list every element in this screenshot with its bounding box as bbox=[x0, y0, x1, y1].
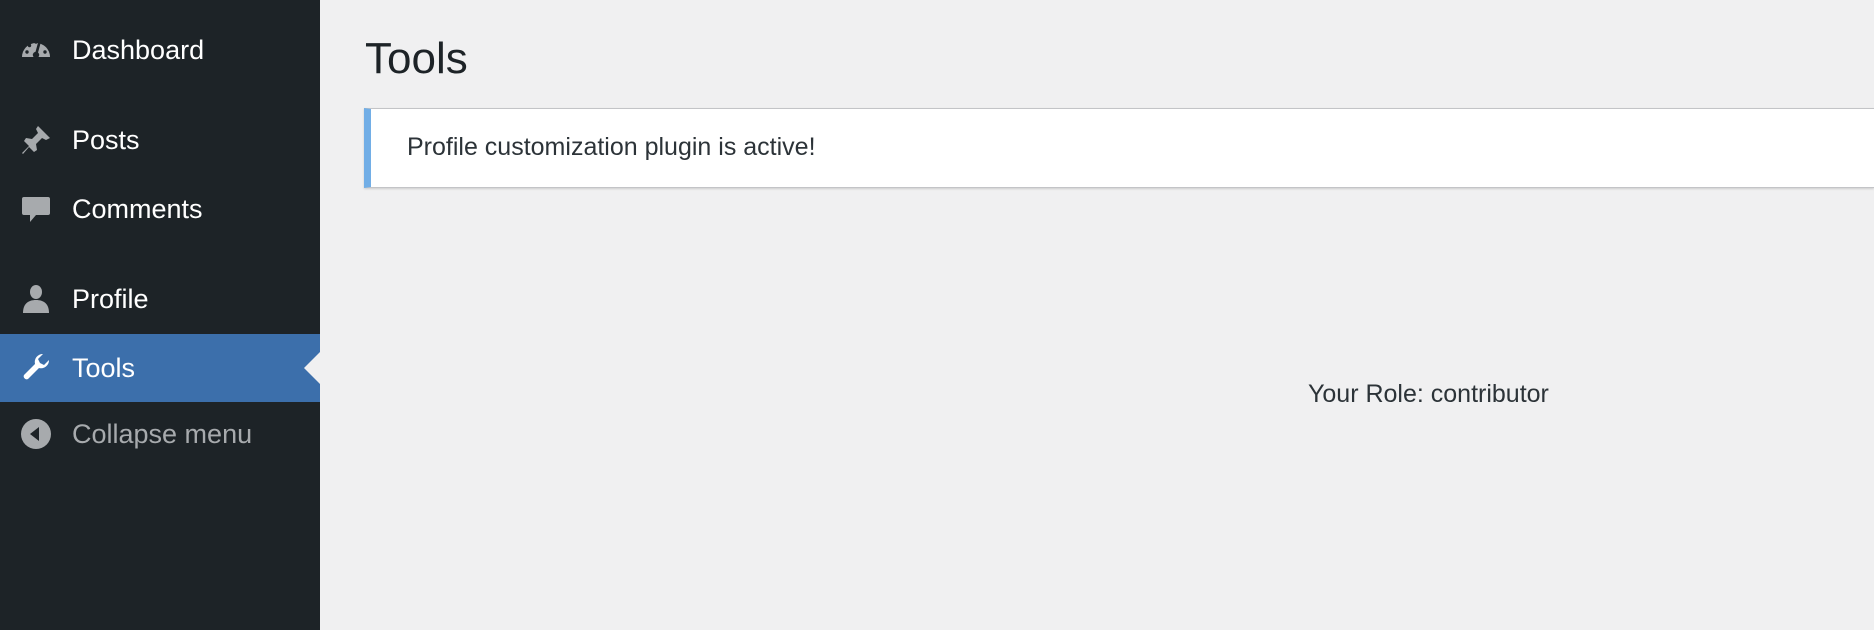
pushpin-icon bbox=[18, 122, 54, 158]
collapse-menu-label: Collapse menu bbox=[72, 418, 253, 449]
sidebar-item-tools[interactable]: Tools bbox=[0, 334, 320, 402]
sidebar-item-dashboard[interactable]: Dashboard bbox=[0, 16, 320, 84]
dashboard-icon bbox=[18, 32, 54, 68]
sidebar-item-label: Profile bbox=[72, 283, 149, 314]
sidebar-item-posts[interactable]: Posts bbox=[0, 106, 320, 174]
current-item-indicator bbox=[304, 352, 320, 384]
sidebar-item-label: Comments bbox=[72, 193, 203, 224]
main-content: Tools Profile customization plugin is ac… bbox=[320, 0, 1874, 630]
admin-sidebar: Dashboard Posts Comments Profile Tools C… bbox=[0, 0, 320, 630]
wrench-icon bbox=[18, 350, 54, 386]
sidebar-item-profile[interactable]: Profile bbox=[0, 265, 320, 333]
sidebar-item-label: Tools bbox=[72, 352, 136, 383]
user-role-text: Your Role: contributor bbox=[1308, 380, 1549, 408]
notice-text: Profile customization plugin is active! bbox=[407, 133, 816, 161]
collapse-arrow-icon bbox=[18, 416, 54, 452]
page-title: Tools bbox=[365, 34, 468, 83]
app-window: Dashboard Posts Comments Profile Tools C… bbox=[0, 0, 1874, 630]
sidebar-item-label: Dashboard bbox=[72, 34, 205, 65]
info-notice: Profile customization plugin is active! bbox=[364, 108, 1874, 188]
sidebar-item-comments[interactable]: Comments bbox=[0, 175, 320, 243]
sidebar-item-label: Posts bbox=[72, 124, 140, 155]
comment-icon bbox=[18, 191, 54, 227]
collapse-menu-button[interactable]: Collapse menu bbox=[0, 400, 320, 468]
user-icon bbox=[18, 281, 54, 317]
